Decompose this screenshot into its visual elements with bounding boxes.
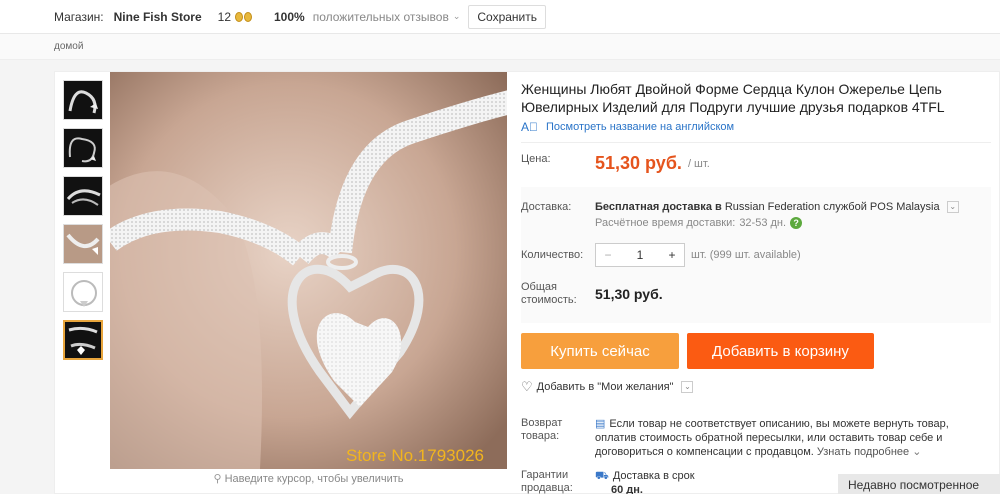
warranty-label: Гарантии продавца: <box>521 469 573 494</box>
returns-text: ▤ Если товар не соответствует описанию, в… <box>595 418 949 458</box>
thumbnail-6[interactable] <box>63 320 103 360</box>
heart-icon: ♡ <box>521 379 533 394</box>
view-english-title-link[interactable]: A⃝ Посмотреть название на английском <box>521 120 991 134</box>
truck-icon: ⛟ <box>595 470 609 482</box>
quantity-input[interactable]: 1 <box>620 248 660 262</box>
price-label: Цена: <box>521 153 551 165</box>
return-policy-icon: ▤ <box>595 418 606 430</box>
thumbnail-list <box>63 80 103 368</box>
main-product-image[interactable]: Store No.1793026 <box>110 72 507 469</box>
plus-button[interactable]: + <box>660 248 684 262</box>
price-unit: / шт. <box>687 158 710 170</box>
recently-viewed-tab[interactable]: Недавно посмотренное <box>838 474 1000 494</box>
positive-percent: 100% <box>274 9 305 24</box>
product-card: Store No.1793026 ⚲ Наведите курсор, чтоб… <box>54 71 1000 494</box>
price-row: Цена: 51,30 руб. / шт. <box>521 143 991 187</box>
buy-now-button[interactable]: Купить сейчас <box>521 333 679 369</box>
search-icon: ⚲ <box>213 473 222 485</box>
store-rating: 12 <box>217 9 231 24</box>
total-value: 51,30 руб. <box>595 286 663 303</box>
total-row: Общая стоимость: 51,30 руб. <box>521 281 991 307</box>
purchase-options: Доставка: Бесплатная доставка в Russian … <box>521 187 991 323</box>
medal-icon <box>235 11 252 22</box>
returns-row: Возврат товара: ▤ Если товар не соответст… <box>521 417 991 459</box>
breadcrumb-home[interactable]: домой <box>54 41 83 52</box>
wishlist-dropdown-icon[interactable]: ⌄ <box>681 381 694 393</box>
available-stock: шт. (999 шт. available) <box>691 249 801 262</box>
store-watermark: Store No.1793026 <box>346 446 484 465</box>
translate-icon: A⃝ <box>521 120 539 134</box>
store-label: Магазин: <box>54 9 104 24</box>
add-to-cart-button[interactable]: Добавить в корзину <box>687 333 874 369</box>
returns-label: Возврат товара: <box>521 417 563 442</box>
help-icon[interactable]: ? <box>790 217 803 230</box>
product-info: Женщины Любят Двойной Форме Сердца Кулон… <box>521 72 991 494</box>
quantity-label: Количество: <box>521 248 584 261</box>
price-value: 51,30 руб. <box>595 153 682 173</box>
chevron-down-icon[interactable]: ⌄ <box>453 11 461 22</box>
shipping-label: Доставка: <box>521 201 572 213</box>
shipping-row: Доставка: Бесплатная доставка в Russian … <box>521 201 991 230</box>
thumbnail-2[interactable] <box>63 128 103 168</box>
store-header: Магазин: Nine Fish Store 12 100% положит… <box>0 0 1000 34</box>
zoom-hint: ⚲ Наведите курсор, чтобы увеличить <box>213 473 404 485</box>
quantity-row: Количество: − 1 + шт. (999 шт. available… <box>521 243 991 268</box>
thumbnail-4[interactable] <box>63 224 103 264</box>
shipping-dropdown-icon[interactable]: ⌄ <box>946 201 959 214</box>
thumbnail-3[interactable] <box>63 176 103 216</box>
learn-more-link[interactable]: Узнать подробнее <box>817 446 909 458</box>
product-title: Женщины Любят Двойной Форме Сердца Кулон… <box>521 81 945 115</box>
shipping-value[interactable]: Бесплатная доставка в Russian Federation… <box>595 201 959 214</box>
thumbnail-5[interactable] <box>63 272 103 312</box>
action-buttons: Купить сейчас Добавить в корзину <box>521 333 991 369</box>
quantity-stepper[interactable]: − 1 + <box>595 243 685 268</box>
feedback-dropdown[interactable]: положительных отзывов <box>313 10 449 24</box>
minus-button[interactable]: − <box>596 248 620 262</box>
breadcrumb: домой <box>0 34 1000 60</box>
save-store-button[interactable]: Сохранить <box>468 4 547 29</box>
store-name-link[interactable]: Nine Fish Store <box>114 10 202 24</box>
wishlist-link[interactable]: ♡ Добавить в "Мои желания" ⌄ <box>521 379 991 395</box>
total-label: Общая стоимость: <box>521 281 577 307</box>
delivery-time: Расчётное время доставки: 32-53 дн. ? <box>595 217 959 230</box>
thumbnail-1[interactable] <box>63 80 103 120</box>
chevron-down-icon[interactable]: ⌄ <box>912 446 921 458</box>
